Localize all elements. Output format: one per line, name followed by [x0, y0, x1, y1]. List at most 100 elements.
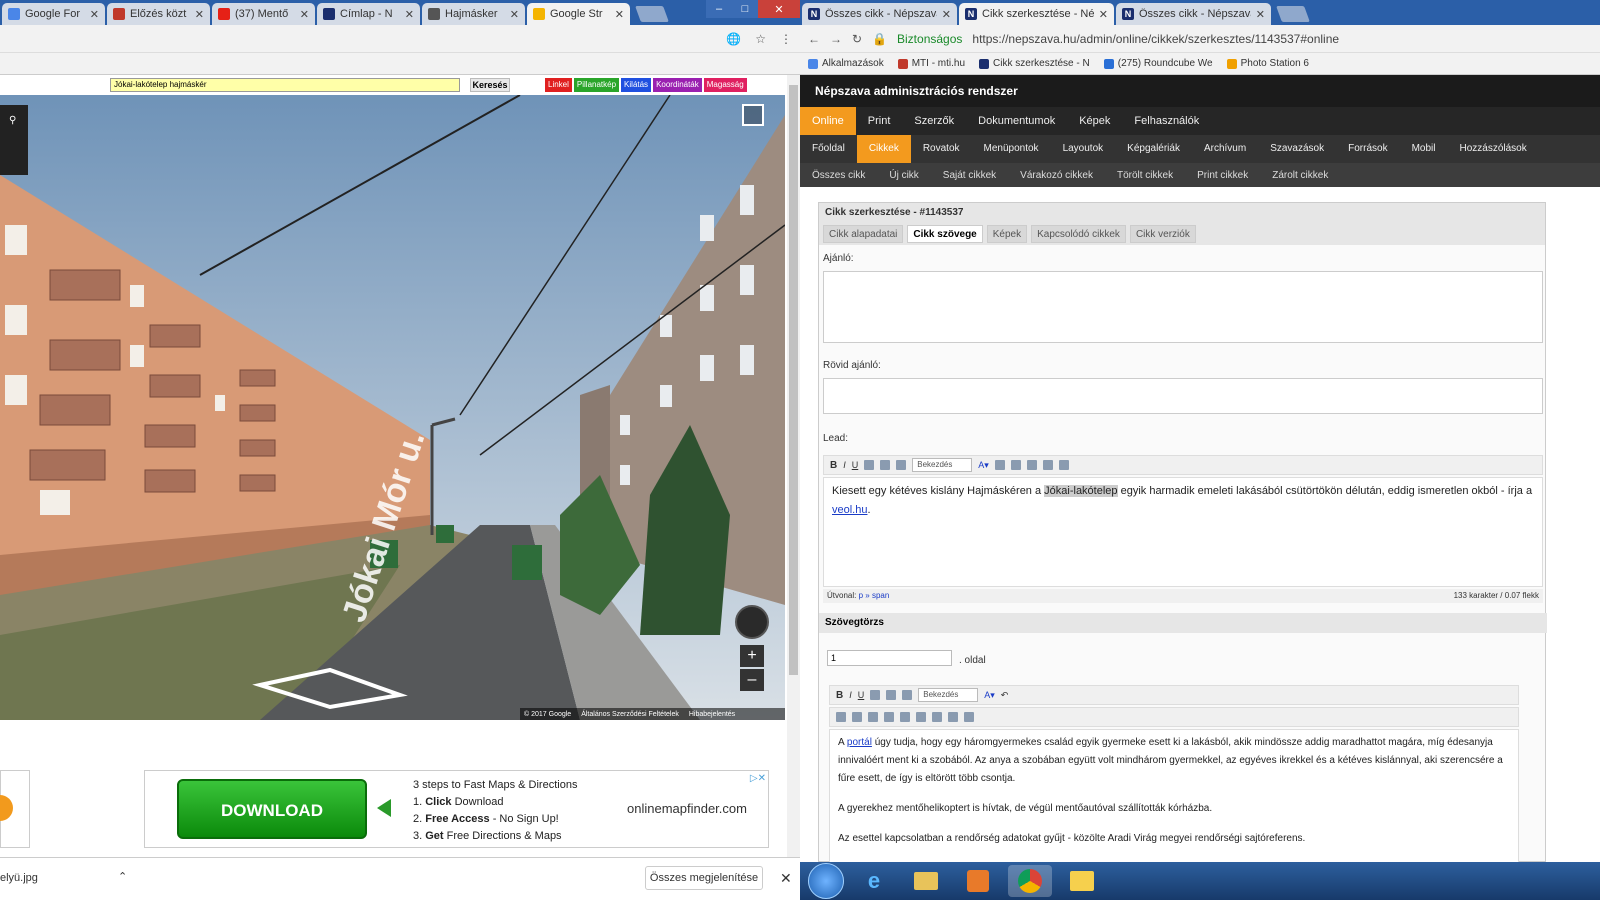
map-search-button[interactable]: Keresés: [470, 78, 510, 92]
underline-button[interactable]: U: [852, 460, 859, 470]
reload-icon[interactable]: ↻: [852, 32, 862, 46]
zoom-in-button[interactable]: +: [740, 645, 764, 667]
nav2-item-8[interactable]: Szavazások: [1258, 135, 1336, 163]
nav3-item-7[interactable]: Zárolt cikkek: [1260, 170, 1340, 181]
body-underline-button[interactable]: U: [858, 690, 865, 700]
tab-3[interactable]: (37) Mentő ✕: [212, 3, 315, 25]
nav1-item-2[interactable]: Print: [856, 107, 903, 135]
body-bold-button[interactable]: B: [836, 690, 843, 701]
body-align-right-icon[interactable]: [902, 690, 913, 700]
tab-close-icon[interactable]: ✕: [300, 8, 309, 21]
tab-6[interactable]: Google Str ✕: [527, 3, 630, 25]
map-chip-4[interactable]: Koordináták: [653, 78, 702, 92]
indent-icon[interactable]: [884, 712, 894, 722]
street-view-location-panel[interactable]: ⚲: [0, 105, 28, 175]
bookmark-3[interactable]: Cikk szerkesztése - N: [979, 58, 1090, 69]
nav3-item-3[interactable]: Saját cikkek: [931, 170, 1008, 181]
sv-footer-item-2[interactable]: Általános Szerződési Feltételek: [581, 711, 679, 718]
ad-url[interactable]: onlinemapfinder.com: [627, 801, 747, 816]
quote-icon[interactable]: [900, 712, 910, 722]
star-icon[interactable]: ☆: [755, 32, 766, 46]
start-button[interactable]: [808, 863, 844, 899]
spellcheck-icon[interactable]: [1058, 460, 1069, 470]
lead-link[interactable]: veol.hu: [832, 504, 867, 516]
maximize-button[interactable]: □: [732, 0, 758, 18]
nav3-item-5[interactable]: Törölt cikkek: [1105, 170, 1185, 181]
list-icon[interactable]: [1010, 460, 1021, 470]
right-tab-3[interactable]: N Összes cikk - Népszava ✕: [1116, 3, 1271, 25]
ad-close-icon[interactable]: ▷✕: [750, 773, 766, 784]
nav1-item-4[interactable]: Dokumentumok: [966, 107, 1067, 135]
path-value[interactable]: p » span: [859, 591, 890, 600]
scrollbar-thumb[interactable]: [789, 85, 798, 675]
undo-icon[interactable]: ↶: [1001, 690, 1009, 701]
anchor-icon[interactable]: [1042, 460, 1053, 470]
new-tab-button[interactable]: [1276, 6, 1310, 22]
body-align-center-icon[interactable]: [886, 690, 897, 700]
tab-close-icon[interactable]: ✕: [1256, 8, 1265, 21]
tab-1[interactable]: Google For ✕: [2, 3, 105, 25]
fullscreen-button[interactable]: [742, 104, 764, 126]
bookmark-1[interactable]: Alkalmazások: [808, 58, 884, 69]
body-format-select[interactable]: Bekezdés: [918, 688, 979, 702]
body-font-color-icon[interactable]: A▾: [984, 690, 995, 701]
chrome-icon[interactable]: [1008, 865, 1052, 897]
nav1-item-6[interactable]: Felhasználók: [1122, 107, 1211, 135]
tab-close-icon[interactable]: ✕: [405, 8, 414, 21]
tab-close-icon[interactable]: ✕: [942, 8, 951, 21]
font-color-icon[interactable]: A▾: [978, 460, 989, 471]
table-icon[interactable]: [948, 712, 958, 722]
format-select[interactable]: Bekezdés: [912, 458, 973, 472]
advertisement-box[interactable]: DOWNLOAD 3 steps to Fast Maps & Directio…: [144, 770, 769, 848]
new-tab-button[interactable]: [635, 6, 669, 22]
paste-icon[interactable]: [836, 712, 846, 722]
bullet-list-icon[interactable]: [852, 712, 862, 722]
right-tab-1[interactable]: N Összes cikk - Népszava ✕: [802, 3, 957, 25]
nav1-item-5[interactable]: Képek: [1067, 107, 1122, 135]
tab-close-icon[interactable]: ✕: [90, 8, 99, 21]
body-link-icon[interactable]: [916, 712, 926, 722]
nav2-item-2[interactable]: Cikkek: [856, 135, 911, 163]
body-link[interactable]: portál: [847, 737, 872, 748]
bookmark-4[interactable]: (275) Roundcube We: [1103, 58, 1213, 69]
show-all-downloads-button[interactable]: Összes megjelenítése: [645, 866, 763, 890]
body-editor[interactable]: A portál úgy tudja, hogy egy háromgyerme…: [829, 729, 1519, 863]
url-input[interactable]: https://nepszava.hu/admin/online/cikkek/…: [972, 32, 1339, 46]
nav2-item-7[interactable]: Archívum: [1192, 135, 1258, 163]
nav2-item-1[interactable]: Főoldal: [800, 135, 857, 163]
align-center-icon[interactable]: [880, 460, 891, 470]
chevron-up-icon[interactable]: ⌃: [118, 870, 127, 883]
subtab-4[interactable]: Kapcsolódó cikkek: [1031, 225, 1126, 243]
download-file-name[interactable]: elyü.jpg: [0, 872, 38, 884]
folder-icon[interactable]: [1060, 865, 1104, 897]
map-search-input[interactable]: Jókai-lakótelep hajmáskér: [110, 78, 460, 92]
nav2-item-11[interactable]: Hozzászólások: [1447, 135, 1538, 163]
page-number-input[interactable]: 1: [827, 650, 952, 666]
subtab-5[interactable]: Cikk verziók: [1129, 225, 1196, 243]
nav2-item-5[interactable]: Layoutok: [1051, 135, 1116, 163]
compass-control[interactable]: [735, 605, 769, 639]
body-image-icon[interactable]: [964, 712, 974, 722]
right-tab-2[interactable]: N Cikk szerkesztése - Népsz ✕: [959, 3, 1114, 25]
tab-close-icon[interactable]: ✕: [615, 8, 624, 21]
sv-footer-item-3[interactable]: Hibabejelentés: [689, 711, 735, 718]
nav2-item-6[interactable]: Képgalériák: [1115, 135, 1192, 163]
internet-explorer-icon[interactable]: e: [852, 865, 896, 897]
tab-5[interactable]: Hajmásker ✕: [422, 3, 525, 25]
nav1-item-1[interactable]: Online: [800, 107, 856, 135]
align-left-icon[interactable]: [864, 460, 875, 470]
lead-editor[interactable]: Kiesett egy kétéves kislány Hajmáskéren …: [823, 477, 1543, 587]
side-ad[interactable]: [0, 770, 30, 848]
close-download-bar-icon[interactable]: ✕: [780, 870, 792, 887]
nav2-item-10[interactable]: Mobil: [1400, 135, 1448, 163]
tab-close-icon[interactable]: ✕: [510, 8, 519, 21]
link-icon[interactable]: [994, 460, 1005, 470]
bookmark-2[interactable]: MTI - mti.hu: [897, 58, 965, 69]
body-italic-button[interactable]: I: [849, 690, 852, 700]
close-window-button[interactable]: ✕: [758, 0, 800, 18]
nav3-item-6[interactable]: Print cikkek: [1185, 170, 1260, 181]
subtab-1[interactable]: Cikk alapadatai: [823, 225, 904, 243]
tab-4[interactable]: Címlap - N ✕: [317, 3, 420, 25]
body-anchor-icon[interactable]: [932, 712, 942, 722]
map-chip-3[interactable]: Kilátás: [621, 78, 652, 92]
